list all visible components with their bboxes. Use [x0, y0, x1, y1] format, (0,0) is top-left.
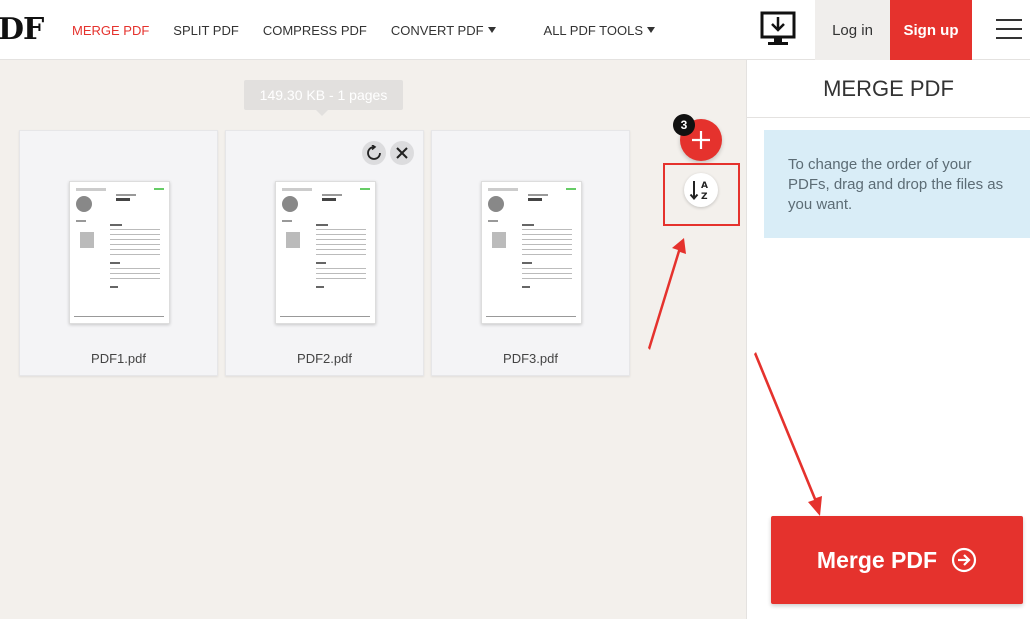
nav-all-pdf-tools[interactable]: ALL PDF TOOLS: [544, 23, 655, 38]
file-name: PDF1.pdf: [91, 351, 146, 366]
pdf-page-thumbnail: [275, 181, 376, 324]
caret-down-icon: [647, 27, 655, 33]
merge-pdf-label: Merge PDF: [816, 546, 938, 573]
sort-letter-a: A: [701, 181, 708, 191]
hamburger-icon[interactable]: [996, 19, 1022, 39]
signup-button[interactable]: Sign up: [890, 0, 972, 60]
nav-merge-pdf[interactable]: MERGE PDF: [72, 23, 149, 38]
file-card[interactable]: PDF2.pdf: [225, 130, 424, 376]
sort-az-button[interactable]: A Z: [684, 173, 718, 207]
merge-pdf-button[interactable]: Merge PDF: [771, 516, 1023, 604]
login-button[interactable]: Log in: [815, 0, 890, 60]
logo[interactable]: DF: [0, 12, 44, 47]
main-nav: MERGE PDF SPLIT PDF COMPRESS PDF CONVERT…: [60, 0, 667, 60]
nav-all-pdf-tools-label: ALL PDF TOOLS: [543, 22, 643, 38]
sidebar-title: MERGE PDF: [747, 60, 1030, 118]
nav-split-pdf[interactable]: SPLIT PDF: [173, 23, 239, 38]
nav-split-pdf-label: SPLIT PDF: [173, 22, 239, 38]
file-name: PDF2.pdf: [297, 351, 352, 366]
plus-icon: [692, 131, 710, 149]
pdf-page-thumbnail: [481, 181, 582, 324]
nav-compress-pdf-label: COMPRESS PDF: [262, 22, 367, 38]
header: DF MERGE PDF SPLIT PDF COMPRESS PDF CONV…: [0, 0, 1030, 60]
file-size-tooltip: 149.30 KB - 1 pages: [244, 80, 403, 116]
file-name: PDF3.pdf: [503, 351, 558, 366]
arrow-circle-right-icon: [951, 547, 977, 573]
nav-convert-pdf[interactable]: CONVERT PDF: [391, 23, 496, 38]
rotate-icon[interactable]: [362, 141, 386, 165]
close-icon[interactable]: [390, 141, 414, 165]
file-card[interactable]: PDF1.pdf: [19, 130, 218, 376]
nav-convert-pdf-label: CONVERT PDF: [390, 22, 484, 38]
info-message: To change the order of your PDFs, drag a…: [764, 130, 1030, 238]
desktop-download-icon[interactable]: [758, 10, 800, 50]
sort-az-icon: A Z: [689, 181, 708, 202]
pdf-page-thumbnail: [69, 181, 170, 324]
nav-compress-pdf[interactable]: COMPRESS PDF: [263, 23, 367, 38]
file-card[interactable]: PDF3.pdf: [431, 130, 630, 376]
sidebar: MERGE PDF To change the order of your PD…: [746, 60, 1030, 619]
caret-down-icon: [487, 27, 496, 33]
file-count-badge: 3: [673, 114, 695, 136]
sort-letter-z: Z: [701, 192, 708, 202]
nav-merge-pdf-label: MERGE PDF: [72, 22, 150, 38]
